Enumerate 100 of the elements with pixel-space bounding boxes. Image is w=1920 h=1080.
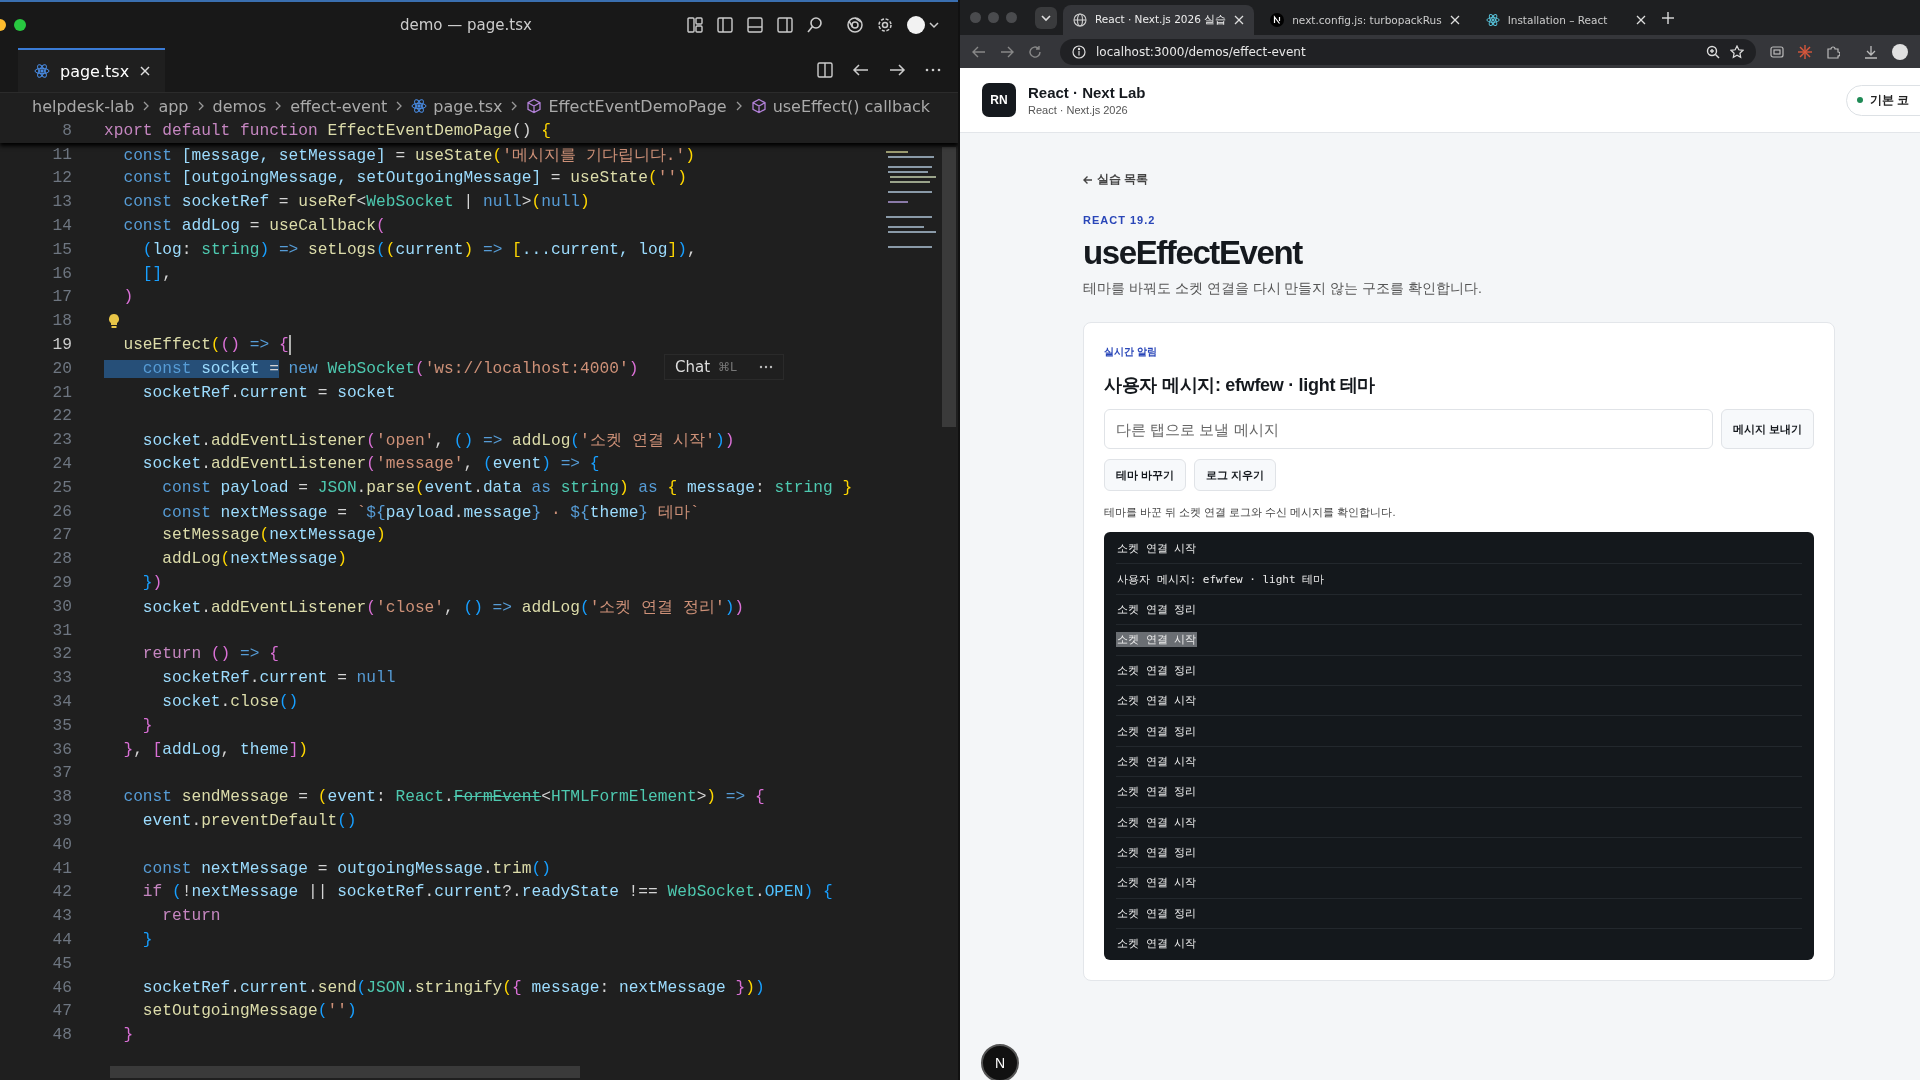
- log-entry: 소켓 연결 시작: [1116, 541, 1198, 557]
- close-icon[interactable]: [1234, 15, 1245, 25]
- close-icon[interactable]: [139, 65, 152, 77]
- log-entry: 소켓 연결 시작: [1116, 875, 1198, 891]
- sidebar-left-icon[interactable]: [716, 16, 734, 34]
- site-logo[interactable]: RN: [982, 83, 1016, 117]
- line-number: 36: [51, 740, 73, 759]
- breadcrumb-item[interactable]: EffectEventDemoPage: [548, 96, 727, 116]
- code-line: setMessage(nextMessage): [161, 526, 386, 545]
- code-line: xport default function EffectEventDemoPage() {: [104, 121, 551, 140]
- chevron-right-icon: [274, 100, 283, 112]
- close-icon[interactable]: [1449, 15, 1460, 25]
- breadcrumb-item[interactable]: page.tsx: [433, 96, 503, 116]
- code-line: return () => {: [141, 645, 279, 664]
- browser-tab[interactable]: next.config.js: turbopackRus: [1260, 5, 1470, 35]
- arrow-left-icon: [1083, 174, 1093, 185]
- lightbulb-icon[interactable]: [108, 313, 120, 330]
- log-entry: 소켓 연결 정리: [1116, 723, 1198, 739]
- settings-icon[interactable]: [876, 16, 894, 34]
- zoom-icon[interactable]: [1706, 44, 1720, 59]
- line-number: 21: [51, 383, 73, 402]
- window-title: demo — page.tsx: [400, 16, 532, 34]
- code-line: const socketRef = useRef<WebSocket | null>(null): [122, 193, 590, 212]
- code-line: socketRef.current = socket: [141, 383, 396, 402]
- chat-hint[interactable]: Chat ⌘L: [664, 353, 784, 380]
- account-icon[interactable]: [906, 15, 940, 35]
- breadcrumb-item[interactable]: helpdesk-lab: [32, 96, 135, 116]
- line-number: 35: [51, 716, 73, 735]
- code-line: }: [141, 716, 153, 735]
- globe-icon: [1073, 13, 1087, 27]
- line-number: 19: [51, 336, 73, 355]
- dev-tools-badge[interactable]: N: [981, 1044, 1019, 1080]
- sparkle-icon[interactable]: [1798, 44, 1812, 59]
- line-number: 14: [51, 217, 73, 236]
- message-input[interactable]: 다른 탭으로 보낼 메시지: [1104, 409, 1713, 449]
- more-icon[interactable]: [758, 364, 773, 369]
- breadcrumb-item[interactable]: demos: [212, 96, 267, 116]
- address-bar[interactable]: localhost:3000/demos/effect-event: [1060, 38, 1756, 65]
- log-entry: 사용자 메시지: efwfew · light 테마: [1116, 571, 1326, 587]
- chevron-right-icon: [196, 100, 205, 112]
- code-line: }: [122, 1026, 134, 1045]
- line-number: 22: [51, 407, 73, 426]
- info-icon[interactable]: [1072, 44, 1086, 59]
- code-line: setOutgoingMessage(''): [141, 1002, 357, 1021]
- chat-label: Chat: [675, 357, 711, 376]
- code-line: ): [122, 288, 134, 307]
- action-button[interactable]: 테마 바꾸기: [1104, 459, 1187, 491]
- status-chip[interactable]: 기본 코: [1845, 84, 1920, 116]
- line-number: 16: [51, 264, 73, 283]
- search-icon[interactable]: [806, 16, 824, 34]
- scrollbar[interactable]: [110, 1066, 580, 1078]
- window-controls[interactable]: [0, 19, 26, 31]
- card-label: 실시간 알림: [1104, 345, 1158, 359]
- line-number: 43: [51, 907, 73, 926]
- reload-icon[interactable]: [1028, 44, 1042, 59]
- site-subtitle: React · Next.js 2026: [1028, 104, 1129, 116]
- forward-icon[interactable]: [1000, 44, 1014, 59]
- editor-tab[interactable]: page.tsx: [18, 48, 166, 92]
- browser-tab[interactable]: Installation – React: [1475, 5, 1656, 35]
- eyebrow-label: REACT 19.2: [1083, 214, 1156, 226]
- back-link[interactable]: 실습 목록: [1083, 171, 1149, 188]
- back-icon[interactable]: [972, 44, 986, 59]
- code-line: useEffect(() => {: [122, 336, 289, 355]
- code-line: const nextMessage = `${payload.message} · ${theme} 테마`: [161, 502, 700, 523]
- line-number: 29: [51, 574, 73, 593]
- new-tab-icon[interactable]: [1661, 11, 1674, 24]
- download-icon[interactable]: [1864, 44, 1878, 59]
- react-icon: [411, 98, 428, 114]
- line-number: 48: [51, 1026, 73, 1045]
- tab-search-button[interactable]: [1035, 6, 1057, 29]
- line-number: 33: [51, 669, 73, 688]
- star-icon[interactable]: [1730, 44, 1744, 59]
- code-line: const sendMessage = (event: React.FormEvent<HTMLFormElement>) => {: [122, 788, 765, 807]
- breadcrumb-item[interactable]: effect-event: [290, 96, 388, 116]
- line-number: 15: [51, 240, 73, 259]
- breadcrumb-item[interactable]: useEffect() callback: [772, 96, 931, 116]
- line-number: 39: [51, 812, 73, 830]
- scrollbar[interactable]: [942, 147, 956, 427]
- layout-icon[interactable]: [686, 16, 704, 34]
- code-line: const payload = JSON.parse(event.data as string) as { message: string }: [161, 478, 853, 497]
- code-line: socket.addEventListener('close', () => addLog('소켓 연결 정리')): [141, 597, 745, 618]
- panel-icon[interactable]: [746, 16, 764, 34]
- sidebar-right-icon[interactable]: [776, 16, 794, 34]
- browser-tab[interactable]: React · Next.js 2026 실습: [1063, 5, 1255, 35]
- split-editor-icon[interactable]: [816, 61, 834, 79]
- line-number: 8: [61, 121, 73, 140]
- breadcrumb-item[interactable]: app: [158, 96, 189, 116]
- log-entry: 소켓 연결 정리: [1116, 662, 1198, 678]
- close-icon[interactable]: [1635, 15, 1646, 25]
- line-number: 11: [51, 145, 73, 164]
- extension-icon[interactable]: [1770, 44, 1784, 59]
- profile-avatar[interactable]: [1892, 43, 1908, 60]
- page-description: 테마를 바꿔도 소켓 연결을 다시 만들지 않는 구조를 확인합니다.: [1083, 280, 1482, 298]
- line-number: 23: [51, 431, 73, 450]
- line-number: 37: [51, 764, 73, 783]
- action-button[interactable]: 로그 지우기: [1194, 459, 1277, 491]
- puzzle-icon[interactable]: [1826, 44, 1840, 59]
- browser-icon[interactable]: [846, 16, 864, 34]
- send-message-button[interactable]: 메시지 보내기: [1720, 409, 1814, 449]
- code-line: event.preventDefault(): [141, 812, 357, 830]
